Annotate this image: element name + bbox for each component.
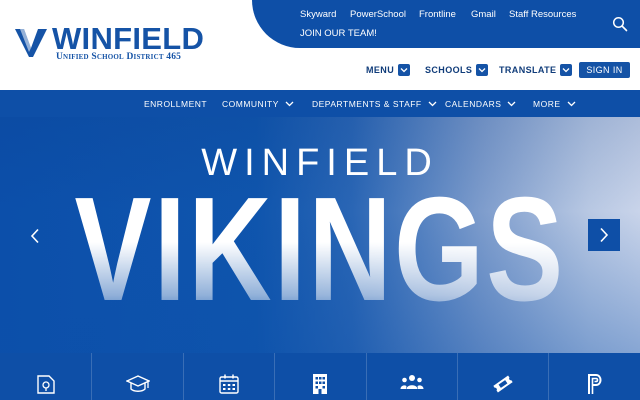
chevron-down-icon [398,64,411,76]
district-logo[interactable]: WINFIELD Unified School District 465 [14,22,204,66]
slideshow-prev-button[interactable] [22,220,48,252]
quick-link-item[interactable] [548,353,639,400]
nav-item-departments-staff[interactable]: DEPARTMENTS & STAFF [312,90,437,117]
logo-subtitle: Unified School District 465 [56,52,182,62]
building-icon [313,374,328,394]
main-navigation: ENROLLMENT COMMUNITY DEPARTMENTS & STAFF… [0,90,640,117]
powerschool-icon [587,374,602,394]
util-link-gmail[interactable]: Gmail [471,9,496,21]
search-icon [612,16,628,32]
nav-item-community[interactable]: COMMUNITY [222,90,294,117]
quick-link-item[interactable] [456,353,548,400]
util-link-skyward[interactable]: Skyward [300,9,336,21]
ticket-icon [493,375,513,393]
chevron-down-icon [285,101,294,106]
nav-item-label: CALENDARS [445,98,502,109]
util-link-frontline[interactable]: Frontline [419,9,456,21]
chevron-down-icon [567,101,575,106]
utility-bar: Skyward PowerSchool Frontline Gmail Staf… [252,0,640,48]
nav-item-label: DEPARTMENTS & STAFF [312,98,422,109]
nav-item-label: MORE [533,98,561,109]
site-header: WINFIELD Unified School District 465 Sky… [0,0,640,90]
translate-dropdown[interactable]: TRANSLATE [499,62,573,78]
menu-label: MENU [366,65,395,75]
translate-label: TRANSLATE [499,65,557,75]
nav-item-label: ENROLLMENT [144,98,208,109]
viking-v-logo-icon [15,28,47,57]
schools-dropdown[interactable]: SCHOOLS [425,62,489,78]
schools-label: SCHOOLS [425,65,473,75]
util-link-powerschool[interactable]: PowerSchool [350,9,406,21]
map-pin-document-icon [36,375,55,394]
quick-link-item[interactable] [91,353,182,400]
chevron-down-icon [428,101,437,106]
quick-link-item[interactable] [274,353,365,400]
quick-link-item[interactable] [365,353,457,400]
search-button[interactable] [612,16,628,32]
chevron-right-icon [600,227,609,243]
quick-links-bar [0,353,640,400]
nav-item-more[interactable]: MORE [533,90,576,117]
util-link-staff-resources[interactable]: Staff Resources [509,9,576,21]
chevron-down-icon [508,101,516,106]
people-group-icon [400,375,424,389]
util-link-join-our-team[interactable]: JOIN OUR TEAM! [300,28,377,40]
quick-link-item[interactable] [0,353,91,400]
hero-heading-large: VIKINGS [70,175,569,325]
graduation-cap-icon [125,375,150,392]
menu-dropdown[interactable]: MENU [366,62,411,78]
logo-name: WINFIELD [52,21,205,56]
slideshow-next-button[interactable] [588,219,620,251]
hero-slideshow: WINFIELD VIKINGS [0,117,640,353]
nav-item-enrollment[interactable]: ENROLLMENT [144,90,207,117]
chevron-left-icon [30,228,39,244]
nav-item-calendars[interactable]: CALENDARS [445,90,516,117]
quick-link-item[interactable] [182,353,274,400]
calendar-icon [219,374,239,394]
chevron-down-icon [560,64,573,76]
chevron-down-icon [476,64,489,76]
sign-in-button[interactable]: SIGN IN [579,62,630,78]
nav-item-label: COMMUNITY [222,98,279,109]
